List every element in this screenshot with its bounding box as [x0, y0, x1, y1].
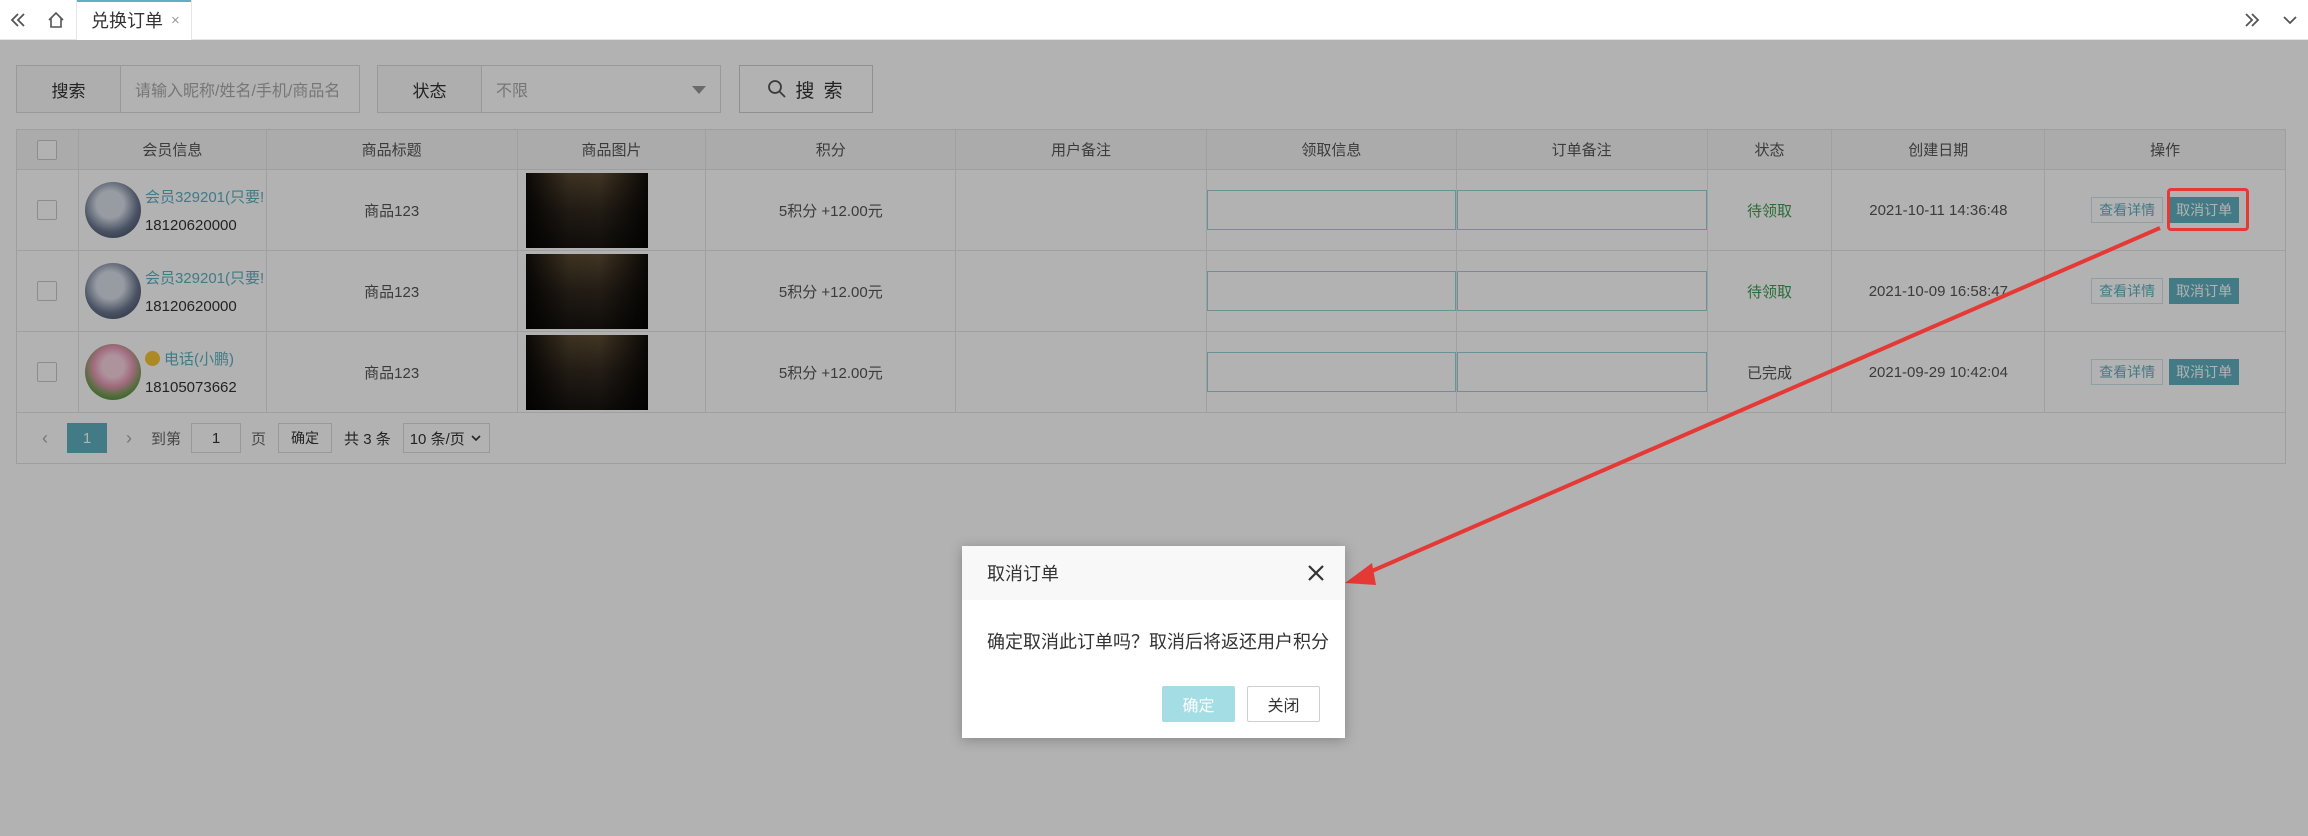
chevron-down-icon[interactable]: [2272, 0, 2308, 40]
dialog-message: 确定取消此订单吗？取消后将返还用户积分: [987, 632, 1329, 652]
tab-exchange-orders[interactable]: 兑换订单 ×: [76, 0, 192, 40]
tab-bar: 兑换订单 ×: [0, 0, 2308, 40]
home-icon[interactable]: [38, 0, 74, 40]
double-right-icon[interactable]: [2234, 0, 2270, 40]
close-icon[interactable]: [1305, 562, 1327, 584]
tab-label: 兑换订单: [91, 11, 163, 31]
annotation-highlight-box: [2167, 188, 2249, 231]
cancel-order-dialog: 取消订单 确定取消此订单吗？取消后将返还用户积分 确定 关闭: [962, 546, 1345, 738]
double-left-icon[interactable]: [0, 0, 36, 40]
close-button[interactable]: 关闭: [1247, 686, 1320, 722]
tab-close-icon[interactable]: ×: [171, 12, 180, 29]
dialog-title: 取消订单: [987, 564, 1059, 584]
confirm-button[interactable]: 确定: [1162, 686, 1235, 722]
